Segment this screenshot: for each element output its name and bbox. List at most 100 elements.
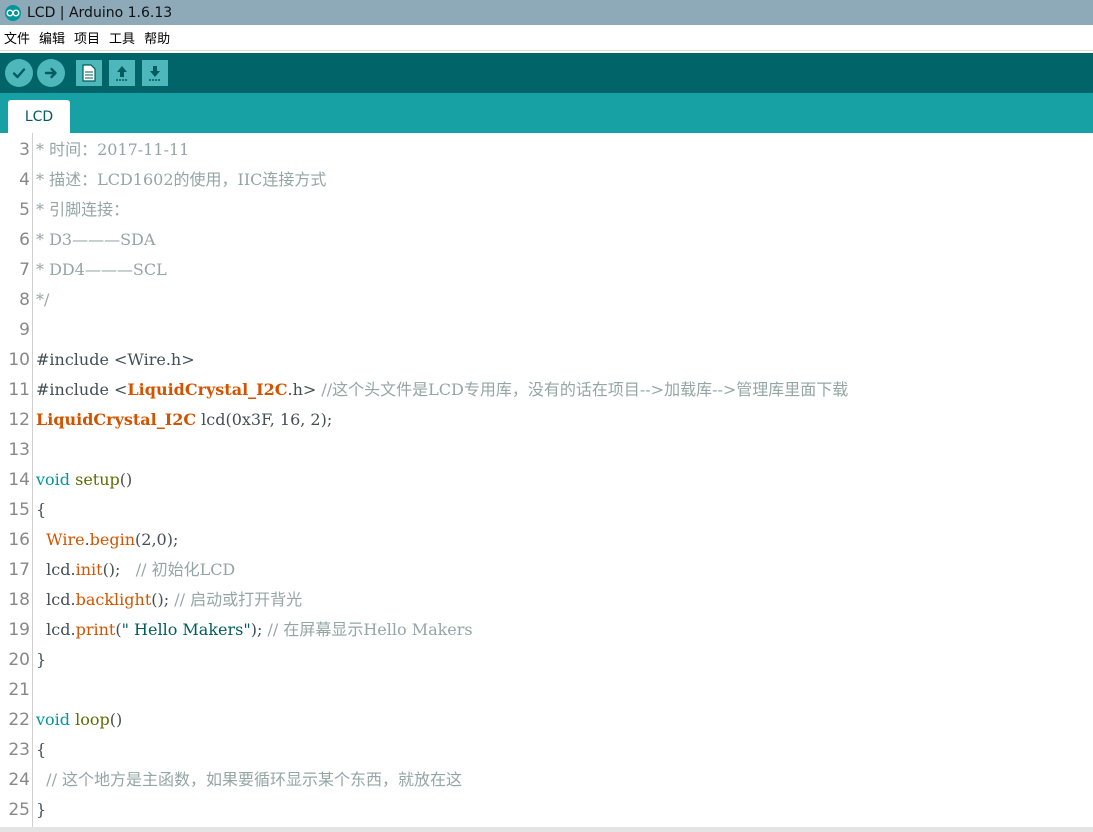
function-parens: ()	[119, 470, 133, 489]
inline-comment: // 初始化LCD	[120, 560, 236, 579]
function-parens: ()	[109, 710, 123, 729]
code-text: Wire.begin(2,0);	[36, 525, 178, 555]
code-text: LiquidCrystal_I2C lcd(0x3F, 16, 2);	[36, 405, 332, 435]
line-number: 15	[8, 500, 30, 520]
type-name: LiquidCrystal_I2C	[36, 410, 197, 429]
code-line: 15 {	[0, 495, 1093, 525]
line-number: 21	[8, 680, 30, 700]
editor-bottom-edge	[0, 827, 1093, 832]
code-editor[interactable]: 3 * 时间：2017-11-11 4 * 描述：LCD1602的使用，IIC连…	[0, 133, 1093, 827]
function-name: setup	[75, 470, 120, 489]
code-text: // 这个地方是主函数，如果要循环显示某个东西，就放在这	[36, 770, 463, 789]
toolbar	[0, 53, 1093, 93]
code-line: 7 * DD4———SCL	[0, 255, 1093, 285]
line-number: 20	[8, 650, 30, 670]
code-line: 25 }	[0, 795, 1093, 825]
code-line: 24 // 这个地方是主函数，如果要循环显示某个东西，就放在这	[0, 765, 1093, 795]
code-line: 22 void loop()	[0, 705, 1093, 735]
code-line: 17 lcd.init(); // 初始化LCD	[0, 555, 1093, 585]
include-bracket: <	[114, 380, 128, 399]
checkmark-icon	[12, 68, 26, 79]
code-text: void setup()	[36, 465, 132, 495]
include-ext: .h>	[287, 380, 317, 399]
code-text: {	[36, 740, 47, 759]
arrow-up-icon	[116, 66, 128, 81]
call-args: (2,0);	[135, 530, 179, 549]
arrow-down-icon	[149, 66, 161, 81]
object-name: lcd	[46, 620, 71, 639]
code-text: * 时间：2017-11-11	[36, 140, 190, 159]
verify-button[interactable]	[5, 59, 33, 87]
line-number: 24	[8, 770, 30, 790]
line-number: 11	[8, 380, 30, 400]
line-number: 9	[19, 320, 30, 340]
new-button[interactable]	[76, 60, 102, 86]
include-directive: #include	[36, 350, 109, 369]
code-text: }	[36, 650, 47, 669]
window-title: LCD | Arduino 1.6.13	[27, 4, 173, 21]
menu-file[interactable]: 文件	[4, 28, 30, 47]
upload-button[interactable]	[37, 59, 65, 87]
open-button[interactable]	[109, 60, 135, 86]
code-line: 13	[0, 435, 1093, 465]
code-line: 10 #include <Wire.h>	[0, 345, 1093, 375]
method-name: init	[75, 560, 103, 579]
line-number: 22	[8, 710, 30, 730]
function-name: loop	[75, 710, 110, 729]
line-number: 3	[19, 140, 30, 160]
code-text: */	[36, 290, 50, 309]
code-line: 11 #include <LiquidCrystal_I2C.h> //这个头文…	[0, 375, 1093, 405]
code-text: #include <Wire.h>	[36, 345, 195, 375]
code-text: lcd.init(); // 初始化LCD	[36, 555, 235, 585]
menu-help[interactable]: 帮助	[144, 28, 170, 47]
code-text: lcd.print(" Hello Makers"); // 在屏幕显示Hell…	[36, 615, 472, 645]
code-line: 19 lcd.print(" Hello Makers"); // 在屏幕显示H…	[0, 615, 1093, 645]
line-number: 17	[8, 560, 30, 580]
code-line: 8 */	[0, 285, 1093, 315]
code-line: 20 }	[0, 645, 1093, 675]
code-line: 6 * D3———SDA	[0, 225, 1093, 255]
string-literal: " Hello Makers"	[121, 620, 251, 639]
code-line: 9	[0, 315, 1093, 345]
save-button[interactable]	[142, 60, 168, 86]
title-bar: LCD | Arduino 1.6.13	[0, 0, 1093, 25]
code-line: 12 LiquidCrystal_I2C lcd(0x3F, 16, 2);	[0, 405, 1093, 435]
line-number: 25	[8, 800, 30, 820]
tab-lcd[interactable]: LCD	[8, 100, 70, 133]
object-name: lcd	[46, 590, 71, 609]
object-name: lcd	[46, 560, 71, 579]
new-sketch-icon	[82, 64, 96, 82]
arrow-right-icon	[44, 67, 57, 79]
code-line: 21	[0, 675, 1093, 705]
code-text: }	[36, 800, 47, 819]
declaration-rest: lcd(0x3F, 16, 2);	[196, 410, 333, 429]
code-line: 3 * 时间：2017-11-11	[0, 135, 1093, 165]
library-name: LiquidCrystal_I2C	[127, 380, 288, 399]
line-number: 4	[19, 170, 30, 190]
object-name: Wire	[46, 530, 85, 549]
code-text: * 引脚连接：	[36, 200, 130, 219]
line-number: 14	[8, 470, 30, 490]
line-number: 7	[19, 260, 30, 280]
line-number: 8	[19, 290, 30, 310]
call-args: ();	[151, 590, 170, 609]
code-line: 14 void setup()	[0, 465, 1093, 495]
code-text: * D3———SDA	[36, 230, 156, 249]
inline-comment: // 启动或打开背光	[169, 590, 303, 609]
code-line: 18 lcd.backlight(); // 启动或打开背光	[0, 585, 1093, 615]
method-name: backlight	[75, 590, 152, 609]
menu-tools[interactable]: 工具	[109, 28, 135, 47]
keyword: void	[36, 470, 71, 489]
include-header: <Wire.h>	[114, 350, 195, 369]
menu-sketch[interactable]: 项目	[74, 28, 100, 47]
code-text: {	[36, 500, 47, 519]
menu-edit[interactable]: 编辑	[39, 28, 65, 47]
code-line: 5 * 引脚连接：	[0, 195, 1093, 225]
call-args: ();	[102, 560, 121, 579]
method-name: print	[75, 620, 116, 639]
code-line: 16 Wire.begin(2,0);	[0, 525, 1093, 555]
include-directive: #include	[36, 380, 109, 399]
code-text: lcd.backlight(); // 启动或打开背光	[36, 585, 302, 615]
method-name: begin	[89, 530, 136, 549]
line-number: 19	[8, 620, 30, 640]
